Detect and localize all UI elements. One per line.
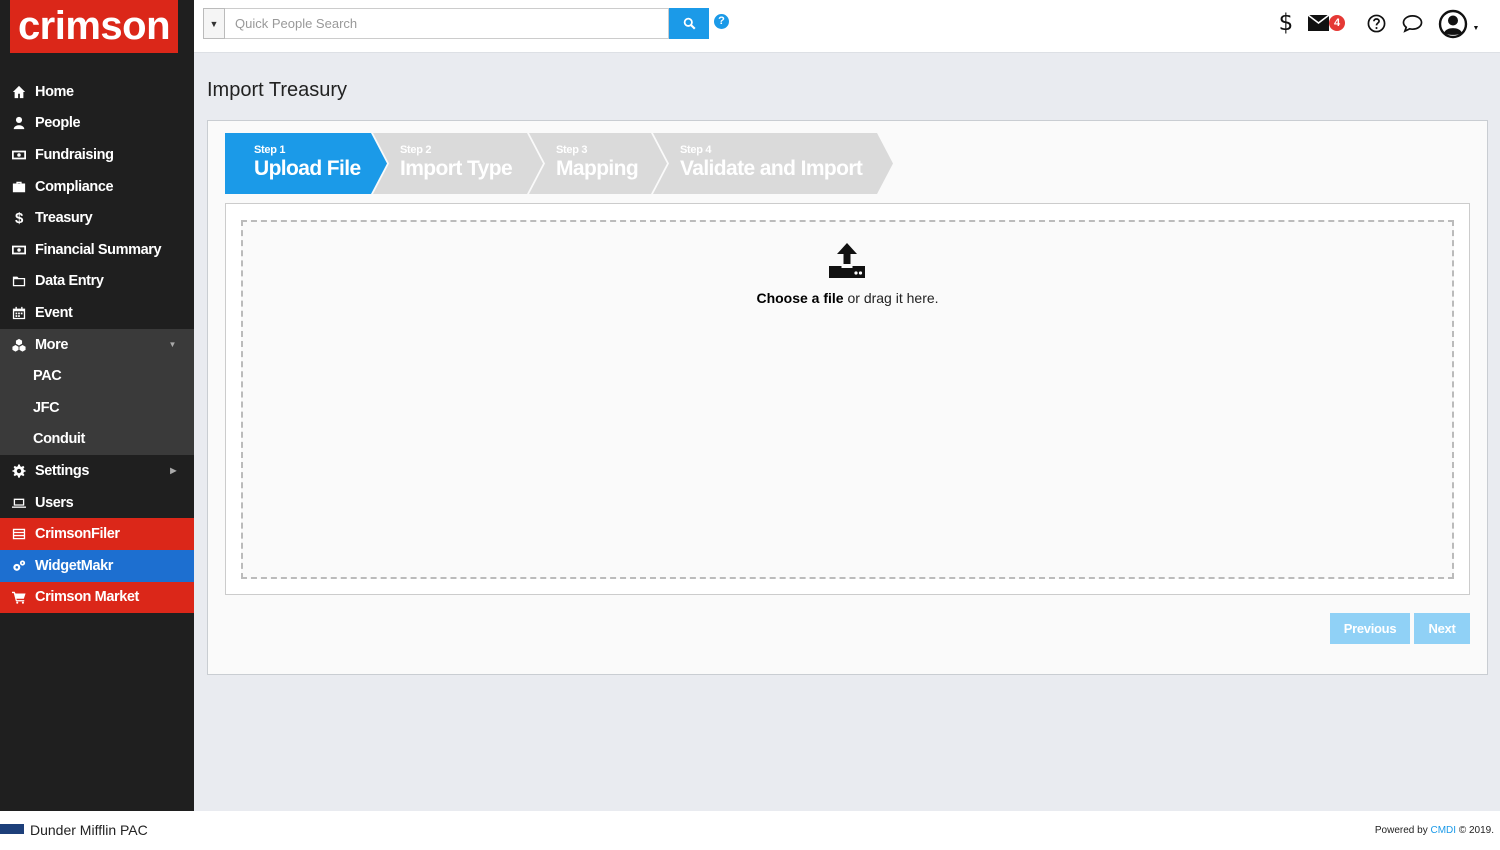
sidebar-item-people[interactable]: People [0, 108, 194, 140]
chevron-right-icon: ▶ [170, 466, 176, 476]
dollar-icon: $ [15, 209, 23, 227]
drag-hint: or drag it here. [843, 290, 939, 306]
sidebar-item-label: Event [35, 304, 73, 321]
home-icon [11, 84, 27, 100]
money-icon [11, 147, 27, 163]
sidebar-item-label: People [35, 115, 81, 132]
step-number: Step 4 [680, 144, 712, 156]
sidebar-nav: Home People Fundraising Compliance $ Tre… [0, 76, 194, 614]
sidebar-item-more[interactable]: More ▼ [0, 328, 194, 361]
sidebar-item-jfc[interactable]: JFC [0, 392, 194, 424]
chevron-down-icon[interactable]: ▼ [1472, 22, 1480, 34]
choose-file-link[interactable]: Choose a file [756, 290, 843, 306]
sidebar-item-fundraising[interactable]: Fundraising [0, 139, 194, 171]
step-validate-import[interactable]: Step 4 Validate and Import [651, 133, 893, 194]
step-import-type[interactable]: Step 2 Import Type [371, 133, 543, 194]
sidebar: crimson Home People Fundraising Complian… [0, 0, 194, 811]
person-icon [11, 115, 27, 131]
sidebar-item-data-entry[interactable]: Data Entry [0, 266, 194, 298]
cart-icon [11, 589, 27, 605]
sidebar-item-label: Financial Summary [35, 241, 162, 258]
powered-suffix: © 2019. [1456, 825, 1494, 836]
calendar-icon [11, 305, 27, 321]
sidebar-item-compliance[interactable]: Compliance [0, 171, 194, 203]
step-name: Validate and Import [680, 157, 863, 180]
cubes-icon [11, 337, 27, 353]
footer: Dunder Mifflin PAC Powered by CMDI © 201… [0, 811, 1500, 850]
chevron-down-icon: ▼ [168, 340, 176, 350]
mail-count-badge: 4 [1329, 15, 1345, 31]
search-icon [683, 17, 696, 30]
sidebar-item-label: Conduit [33, 431, 85, 448]
sidebar-item-financial-summary[interactable]: Financial Summary [0, 234, 194, 266]
upload-box: Choose a file or drag it here. [225, 203, 1470, 595]
help-circle-icon[interactable] [1366, 10, 1386, 36]
sidebar-item-label: WidgetMakr [35, 557, 114, 574]
money-icon [11, 242, 27, 258]
search-help-icon[interactable]: ? [714, 14, 729, 29]
next-button[interactable]: Next [1414, 613, 1470, 644]
step-name: Import Type [400, 157, 513, 180]
sidebar-item-treasury[interactable]: $ Treasury [0, 202, 194, 234]
sidebar-item-label: Fundraising [35, 146, 114, 163]
sidebar-item-label: Settings [35, 462, 89, 479]
org-name: Dunder Mifflin PAC [30, 822, 148, 838]
sidebar-item-label: Compliance [35, 178, 114, 195]
powered-by: Powered by CMDI © 2019. [1375, 825, 1494, 836]
sidebar-item-label: Users [35, 494, 74, 511]
sidebar-item-crimsonfiler[interactable]: CrimsonFiler [0, 518, 194, 550]
dollar-icon[interactable]: $ [1278, 10, 1294, 36]
sidebar-item-crimson-market[interactable]: Crimson Market [0, 581, 194, 614]
sidebar-item-label: Crimson Market [35, 589, 139, 606]
gear-icon [11, 463, 27, 479]
crimson-logo[interactable]: crimson [10, 0, 178, 53]
import-panel: Step 1 Upload File Step 2 Import Type St… [207, 120, 1488, 675]
powered-prefix: Powered by [1374, 825, 1431, 836]
sidebar-item-label: Home [35, 83, 74, 100]
list-icon [11, 526, 27, 542]
search-type-dropdown[interactable]: ▼ [203, 8, 225, 39]
sidebar-item-label: Treasury [35, 210, 93, 227]
page-title: Import Treasury [207, 79, 348, 101]
step-mapping[interactable]: Step 3 Mapping [527, 133, 667, 194]
laptop-icon [11, 495, 27, 511]
sidebar-item-event[interactable]: Event [0, 297, 194, 329]
folder-icon [11, 273, 27, 289]
sidebar-item-label: JFC [33, 399, 60, 416]
chat-icon[interactable] [1401, 10, 1423, 36]
more-submenu: PAC JFC Conduit [0, 360, 194, 456]
step-number: Step 2 [400, 144, 432, 156]
briefcase-icon [11, 179, 27, 195]
gears-icon [11, 558, 27, 574]
step-upload-file[interactable]: Step 1 Upload File [225, 133, 387, 194]
sidebar-item-label: More [35, 336, 69, 353]
org-logo [0, 824, 24, 834]
sidebar-item-label: CrimsonFiler [35, 526, 120, 543]
sidebar-item-label: Data Entry [35, 273, 104, 290]
previous-button[interactable]: Previous [1330, 613, 1410, 644]
sidebar-item-users[interactable]: Users [0, 487, 194, 519]
step-number: Step 1 [254, 144, 286, 156]
mail-icon[interactable] [1307, 10, 1329, 36]
sidebar-item-settings[interactable]: Settings ▶ [0, 455, 194, 487]
user-avatar-icon[interactable] [1437, 8, 1469, 40]
search-button[interactable] [669, 8, 709, 39]
search-input[interactable] [225, 8, 669, 39]
cmdi-link[interactable]: CMDI [1430, 825, 1456, 836]
dropzone-text: Choose a file or drag it here. [243, 290, 1452, 306]
sidebar-item-conduit[interactable]: Conduit [0, 424, 194, 456]
upload-icon [829, 243, 865, 278]
top-bar: ▼ ? $ 4 ▼ [194, 0, 1500, 53]
step-name: Upload File [254, 157, 361, 180]
file-dropzone[interactable]: Choose a file or drag it here. [241, 220, 1454, 579]
sidebar-item-label: PAC [33, 368, 62, 385]
sidebar-item-home[interactable]: Home [0, 76, 194, 108]
sidebar-item-pac[interactable]: PAC [0, 360, 194, 392]
sidebar-item-widgetmakr[interactable]: WidgetMakr [0, 549, 194, 582]
